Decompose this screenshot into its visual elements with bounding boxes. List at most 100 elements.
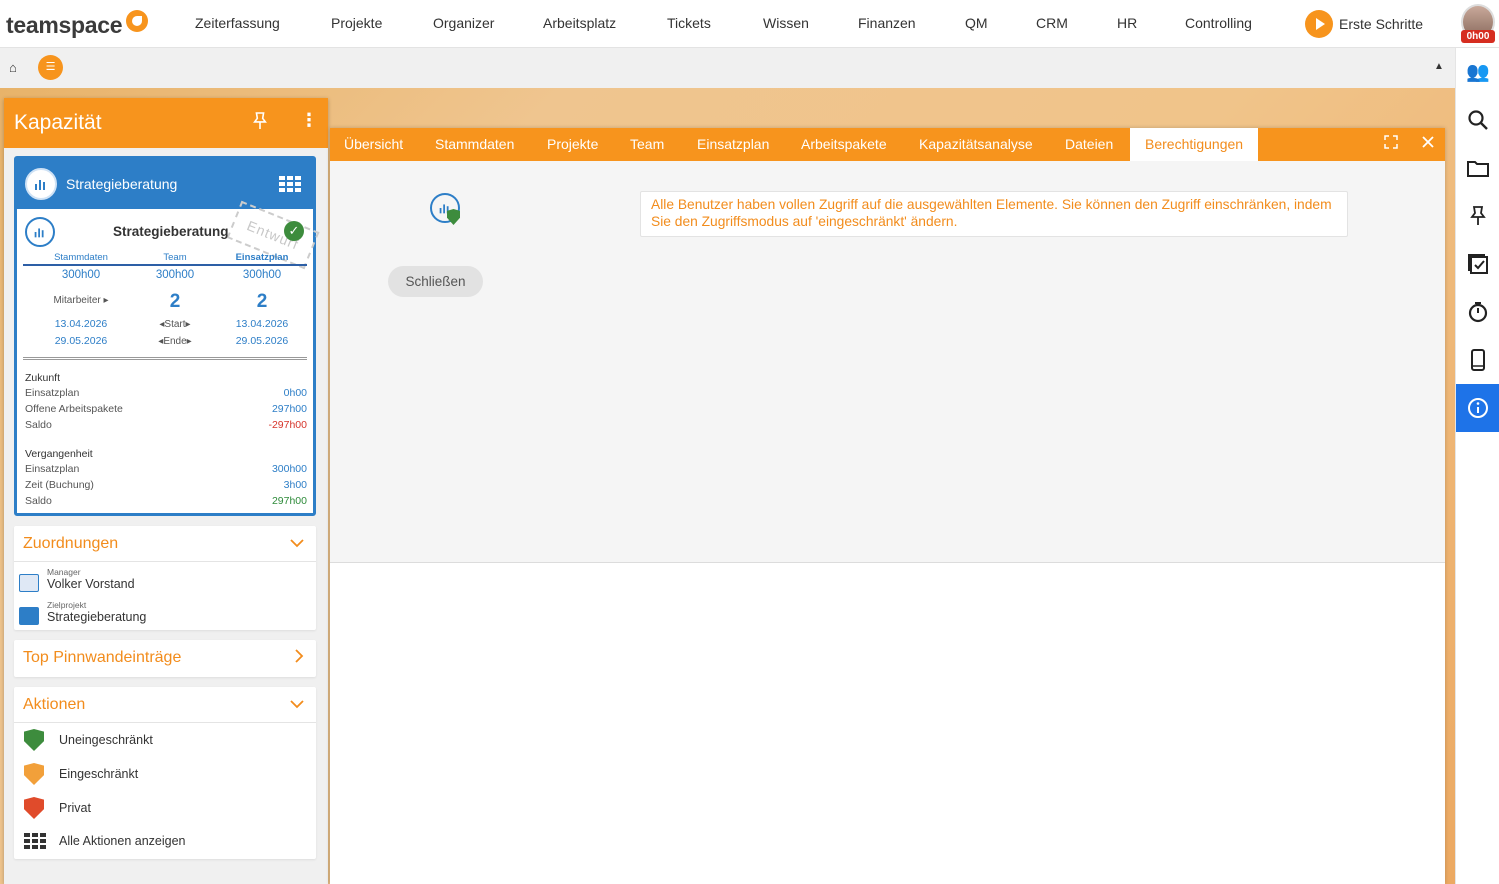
- vergangenheit-title: Vergangenheit: [25, 448, 93, 460]
- maximize-icon[interactable]: [1384, 135, 1398, 152]
- project-card: Strategieberatung Entwurf Strategieberat…: [14, 156, 320, 516]
- row-value: -297h00: [268, 419, 307, 431]
- permissions-content: Alle Benutzer haben vollen Zugriff auf d…: [330, 161, 1445, 563]
- nav-zeiterfassung[interactable]: Zeiterfassung: [195, 15, 280, 31]
- tab-team[interactable]: Team: [630, 128, 664, 161]
- col-stammdaten[interactable]: Stammdaten: [36, 252, 126, 263]
- divider: [23, 264, 307, 266]
- close-icon[interactable]: [1421, 135, 1435, 152]
- home-icon[interactable]: ⌂: [9, 60, 17, 75]
- check-icon: ✓: [284, 221, 304, 241]
- pinnwand-header[interactable]: Top Pinnwandeinträge: [14, 640, 316, 676]
- nav-controlling[interactable]: Controlling: [1185, 15, 1252, 31]
- aktionen-box: Aktionen Uneingeschränkt Eingeschränkt P…: [14, 687, 316, 859]
- tab-projekte[interactable]: Projekte: [547, 128, 598, 161]
- card-header[interactable]: Strategieberatung: [17, 159, 313, 209]
- shield-orange-icon: [24, 763, 44, 785]
- row-value: 297h00: [271, 403, 307, 415]
- aktionen-title: Aktionen: [23, 695, 86, 713]
- action-eingeschraenkt[interactable]: Eingeschränkt: [24, 763, 138, 785]
- teamspace-logo[interactable]: teamspace: [6, 9, 149, 39]
- row-value: 297h00: [271, 495, 307, 507]
- row-value: 3h00: [283, 479, 307, 491]
- zielprojekt-item[interactable]: Zielprojekt Strategieberatung: [19, 601, 146, 625]
- zielprojekt-label: Zielprojekt: [47, 600, 87, 610]
- project-name: Strategieberatung: [113, 224, 229, 239]
- zuordnungen-header[interactable]: Zuordnungen: [14, 526, 316, 562]
- zuordnungen-box: Zuordnungen Manager Volker Vorstand Zielp…: [14, 526, 316, 630]
- nav-tickets[interactable]: Tickets: [667, 15, 711, 31]
- contact-card-icon: [19, 574, 39, 592]
- sub-bar: [0, 48, 1455, 88]
- play-icon: [1305, 10, 1333, 38]
- erste-schritte-label: Erste Schritte: [1339, 16, 1424, 32]
- nav-hr[interactable]: HR: [1117, 15, 1137, 31]
- aktionen-header[interactable]: Aktionen: [14, 687, 316, 723]
- search-icon[interactable]: [1456, 96, 1499, 144]
- row-value: 0h00: [283, 387, 307, 399]
- access-message: Alle Benutzer haben vollen Zugriff auf d…: [640, 191, 1348, 237]
- pin-icon[interactable]: [1456, 192, 1499, 240]
- caret-up-icon[interactable]: ▲: [1434, 61, 1444, 72]
- people-icon[interactable]: 👥: [1456, 48, 1499, 96]
- nav-wissen[interactable]: Wissen: [763, 15, 809, 31]
- end-date-stammdaten: 29.05.2026: [54, 335, 108, 347]
- checklist-icon[interactable]: [1456, 240, 1499, 288]
- end-label[interactable]: ◂Ende▸: [130, 336, 220, 347]
- zukunft-row: Einsatzplan 0h00: [25, 387, 307, 399]
- nav-arbeitsplatz[interactable]: Arbeitsplatz: [543, 15, 616, 31]
- menu-icon[interactable]: ☰: [38, 55, 63, 80]
- shield-green-icon: [447, 209, 460, 225]
- zukunft-title: Zukunft: [25, 372, 61, 384]
- row-label: Saldo: [25, 419, 52, 431]
- folder-icon[interactable]: [1456, 144, 1499, 192]
- nav-qm[interactable]: QM: [965, 15, 988, 31]
- action-privat[interactable]: Privat: [24, 797, 91, 819]
- pinnwand-box[interactable]: Top Pinnwandeinträge: [14, 640, 316, 677]
- mitarbeiter-label[interactable]: Mitarbeiter ▸: [36, 295, 126, 306]
- apps-icon[interactable]: [279, 176, 301, 192]
- info-icon[interactable]: [1456, 384, 1499, 432]
- action-uneingeschraenkt[interactable]: Uneingeschränkt: [24, 729, 153, 751]
- tab-uebersicht[interactable]: Übersicht: [344, 128, 403, 161]
- nav-organizer[interactable]: Organizer: [433, 15, 494, 31]
- tab-berechtigungen[interactable]: Berechtigungen: [1130, 128, 1259, 161]
- tab-arbeitspakete[interactable]: Arbeitspakete: [801, 128, 887, 161]
- mobile-icon[interactable]: [1456, 336, 1499, 384]
- tab-einsatzplan[interactable]: Einsatzplan: [697, 128, 769, 161]
- action-label: Uneingeschränkt: [59, 733, 153, 747]
- panel-header: Kapazität ⋮: [4, 98, 328, 148]
- capacity-panel: Kapazität ⋮ Strategieberatung Entwurf St…: [4, 98, 328, 884]
- action-label: Privat: [59, 801, 91, 815]
- shield-green-icon: [24, 729, 44, 751]
- start-label[interactable]: ◂Start▸: [130, 319, 220, 330]
- hours-einsatzplan: 300h00: [242, 269, 282, 281]
- timer-icon[interactable]: [1456, 288, 1499, 336]
- col-team[interactable]: Team: [130, 252, 220, 263]
- mitarbeiter-einsatzplan: 2: [256, 291, 268, 312]
- capacity-icon: [25, 168, 57, 200]
- panel-title: Kapazität: [14, 111, 102, 134]
- pin-icon[interactable]: [252, 112, 268, 135]
- right-toolbar: 👥: [1455, 48, 1499, 884]
- project-folder-icon: [19, 607, 39, 625]
- nav-finanzen[interactable]: Finanzen: [858, 15, 916, 31]
- manager-item[interactable]: Manager Volker Vorstand: [19, 568, 135, 592]
- close-button[interactable]: Schließen: [388, 266, 483, 297]
- action-alle-anzeigen[interactable]: Alle Aktionen anzeigen: [24, 833, 185, 849]
- tab-dateien[interactable]: Dateien: [1065, 128, 1113, 161]
- row-label: Saldo: [25, 495, 52, 507]
- tab-stammdaten[interactable]: Stammdaten: [435, 128, 514, 161]
- chevron-down-icon: [290, 696, 304, 713]
- col-einsatzplan[interactable]: Einsatzplan: [217, 252, 307, 263]
- nav-projekte[interactable]: Projekte: [331, 15, 382, 31]
- manager-name: Volker Vorstand: [47, 577, 135, 591]
- erste-schritte-button[interactable]: Erste Schritte: [1305, 10, 1423, 38]
- zielprojekt-name: Strategieberatung: [47, 610, 147, 624]
- hours-team: 300h00: [155, 269, 195, 281]
- more-options-icon[interactable]: ⋮: [300, 110, 318, 131]
- nav-crm[interactable]: CRM: [1036, 15, 1068, 31]
- action-label: Eingeschränkt: [59, 767, 139, 781]
- start-date-einsatzplan: 13.04.2026: [235, 318, 289, 330]
- tab-kapazitaetsanalyse[interactable]: Kapazitätsanalyse: [919, 128, 1033, 161]
